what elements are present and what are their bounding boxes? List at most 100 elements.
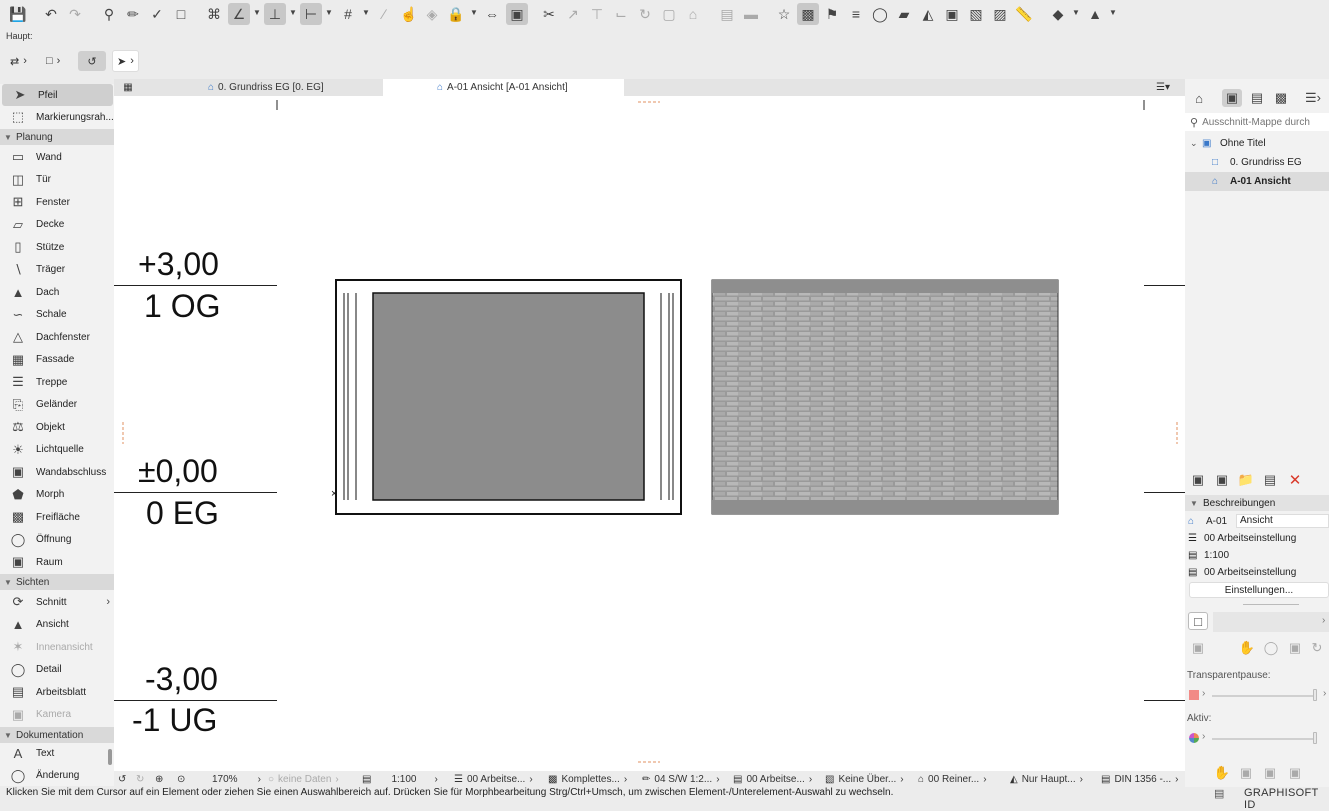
properties-section-header[interactable]: ▼ Beschreibungen — [1185, 495, 1329, 511]
tool-schnitt[interactable]: ⟳ Schnitt › — [0, 591, 114, 613]
search-input[interactable] — [1202, 116, 1321, 128]
trace-compare-icon[interactable]: ☝ — [398, 3, 420, 25]
measure-icon[interactable]: 📏 — [1013, 3, 1035, 25]
eyedropper-icon[interactable]: ✏ — [122, 3, 144, 25]
color-swatch-red[interactable] — [1189, 690, 1199, 700]
tool-fenster[interactable]: ⊞ Fenster — [0, 191, 114, 213]
view-overlay-icon[interactable]: ▩ — [797, 3, 819, 25]
guide-lines-icon[interactable]: ∠ — [228, 3, 250, 25]
tool-detail[interactable]: ◯ Detail — [0, 659, 114, 681]
brick-wall[interactable] — [711, 279, 1059, 515]
publisher-icon[interactable]: ▩ — [1271, 89, 1291, 107]
offset-icon[interactable]: ↻ — [634, 3, 656, 25]
snap-points-icon[interactable]: ⊢ — [300, 3, 322, 25]
trace-option-icon[interactable]: ▣ — [1260, 764, 1280, 782]
grid-icon[interactable]: # — [337, 3, 359, 25]
tool-decke[interactable]: ▱ Decke — [0, 214, 114, 236]
trace-option-icon[interactable]: ▣ — [1285, 764, 1305, 782]
chevron-down-icon[interactable]: ▼ — [470, 8, 478, 17]
tool-objekt[interactable]: ⚖ Objekt — [0, 416, 114, 438]
transparency-slider-knob[interactable] — [1313, 689, 1317, 701]
graphisoft-id-link[interactable]: GRAPHISOFT ID — [1244, 787, 1329, 811]
tool-freiflaeche[interactable]: ▩ Freifläche — [0, 506, 114, 528]
find-select-icon[interactable]: ⚲ — [98, 3, 120, 25]
new-view-icon[interactable]: ▣ — [1188, 471, 1208, 489]
favorites-star-icon[interactable]: ☆ — [773, 3, 795, 25]
renovation-field[interactable]: ⌂ 00 Reiner... › — [918, 772, 987, 786]
syringe-icon[interactable]: ✓ — [146, 3, 168, 25]
rotation-field[interactable]: ○ keine Daten › — [268, 772, 339, 786]
project-map-icon[interactable]: ⌂ — [1189, 89, 1209, 107]
clone-view-icon[interactable]: ▣ — [1212, 471, 1232, 489]
schedule-icon[interactable]: ≡ — [845, 3, 867, 25]
view-map-icon[interactable]: ▣ — [1222, 89, 1242, 107]
scale-field[interactable]: ▤ 1:100 › — [362, 772, 438, 786]
view-settings-icon[interactable]: ▤ — [1260, 471, 1280, 489]
zoom-redo-icon[interactable]: ↻ — [136, 772, 144, 786]
flag-icon[interactable]: ⚑ — [821, 3, 843, 25]
selection-method-button[interactable]: ⇄ › — [6, 51, 31, 71]
undo-icon[interactable]: ↶ — [40, 3, 62, 25]
tab-grundriss[interactable]: ⌂ 0. Grundriss EG [0. EG] — [202, 79, 382, 96]
zone-icon[interactable]: ◯ — [869, 3, 891, 25]
trace-swap-icon[interactable]: ▣ — [1188, 639, 1208, 657]
photo-icon[interactable]: ▣ — [941, 3, 963, 25]
tab-overview-icon[interactable]: ▦ — [114, 79, 142, 96]
tool-kamera[interactable]: ▣ Kamera — [0, 704, 114, 726]
tool-dach[interactable]: ▲ Dach — [0, 281, 114, 303]
palette-icon[interactable]: ▲ — [1084, 3, 1106, 25]
3d-stack-icon[interactable]: ◭ — [917, 3, 939, 25]
tab-menu-icon[interactable]: ☰▾ — [1150, 79, 1184, 96]
tool-arbeitsblatt[interactable]: ▤ Arbeitsblatt — [0, 681, 114, 703]
tool-markierungsrahmen[interactable]: ⬚ Markierungsrah... — [0, 106, 114, 128]
roof-icon[interactable]: ⌂ — [682, 3, 704, 25]
group-dokumentation[interactable]: ▼ Dokumentation — [0, 727, 114, 743]
rotate-mode-button[interactable]: ↺ — [78, 51, 106, 71]
window-glass[interactable] — [372, 292, 645, 501]
chevron-down-icon[interactable]: ▼ — [362, 8, 370, 17]
redo-icon[interactable]: ↷ — [64, 3, 86, 25]
tool-innenansicht[interactable]: ✶ Innenansicht — [0, 636, 114, 658]
lock-icon[interactable]: 🔒 — [445, 3, 467, 25]
trace-move-icon[interactable]: ✋ — [1237, 639, 1257, 657]
view-name-field[interactable]: Ansicht — [1236, 514, 1329, 528]
trace-reset-icon[interactable]: ↻ — [1307, 639, 1327, 657]
layout-book-icon[interactable]: ▤ — [1247, 89, 1267, 107]
report-icon[interactable]: ▨ — [989, 3, 1011, 25]
save-icon[interactable]: 💾 — [7, 3, 29, 25]
scale-row[interactable]: ▤ 1:100 — [1185, 547, 1329, 563]
layer-combination-field[interactable]: ☰ 00 Arbeitse... › — [454, 772, 533, 786]
tool-text[interactable]: A Text — [0, 742, 114, 764]
graphic-override-field[interactable]: ▧ Keine Über... › — [825, 772, 904, 786]
dimension-row[interactable]: ▤ 00 Arbeitseinstellung — [1185, 564, 1329, 580]
zoom-undo-icon[interactable]: ↺ — [118, 772, 126, 786]
trace-option-icon[interactable]: ▣ — [1236, 764, 1256, 782]
chevron-down-icon[interactable]: ▼ — [1109, 8, 1117, 17]
3d-window-icon[interactable]: ▰ — [893, 3, 915, 25]
tool-oeffnung[interactable]: ◯ Öffnung — [0, 529, 114, 551]
trace-compare-icon[interactable]: ▣ — [1285, 639, 1305, 657]
toolbox-scrollbar[interactable] — [108, 749, 112, 765]
adjust-icon[interactable]: ↗ — [562, 3, 584, 25]
tool-lichtquelle[interactable]: ☀ Lichtquelle — [0, 439, 114, 461]
model-view-field[interactable]: ▩ Komplettes... › — [548, 772, 627, 786]
tool-wandabschluss[interactable]: ▣ Wandabschluss — [0, 461, 114, 483]
active-slider[interactable] — [1212, 738, 1316, 740]
tool-gelaender[interactable]: ⎘ Geländer — [0, 394, 114, 416]
distribute-icon[interactable]: ▬ — [740, 3, 762, 25]
fillet-icon[interactable]: ⌙ — [610, 3, 632, 25]
tool-stuetze[interactable]: ▯ Stütze — [0, 236, 114, 258]
align-icon[interactable]: ▤ — [716, 3, 738, 25]
sidebar-toggle-icon[interactable]: ▤ — [1214, 787, 1224, 800]
resize-icon[interactable]: ▢ — [658, 3, 680, 25]
tool-schale[interactable]: ∽ Schale — [0, 304, 114, 326]
chevron-down-icon[interactable]: ▼ — [1072, 8, 1080, 17]
trace-icon[interactable]: ∕ — [373, 3, 395, 25]
zoom-in-icon[interactable]: ⊕ — [155, 772, 163, 786]
search-field[interactable]: ⚲ — [1185, 113, 1329, 131]
tree-item-grundriss[interactable]: □ 0. Grundriss EG — [1185, 153, 1329, 172]
gravity-icon[interactable]: ⌘ — [203, 3, 225, 25]
trace-rotate-icon[interactable]: ◯ — [1261, 639, 1281, 657]
suspend-groups-icon[interactable]: ▣ — [506, 3, 528, 25]
tool-fassade[interactable]: ▦ Fassade — [0, 349, 114, 371]
